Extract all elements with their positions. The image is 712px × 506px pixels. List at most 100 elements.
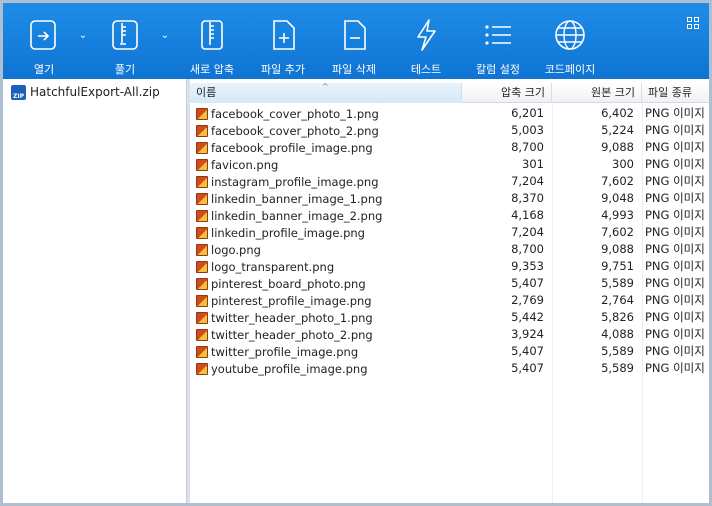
png-file-icon [196, 260, 208, 273]
file-name: twitter_header_photo_2.png [211, 327, 373, 342]
file-type: PNG 이미지 [645, 157, 705, 171]
file-row[interactable]: instagram_profile_image.png 7,204 7,602 PNG… [190, 173, 709, 190]
file-row[interactable]: twitter_profile_image.png 5,407 5,589 PNG 이… [190, 343, 709, 360]
file-row[interactable]: facebook_profile_image.png 8,700 9,088 PNG … [190, 139, 709, 156]
original-size: 6,402 [601, 106, 634, 120]
file-row[interactable]: favicon.png 301 300 PNG 이미지 [190, 156, 709, 173]
sort-ascending-icon: ^ [322, 82, 329, 91]
file-row[interactable]: facebook_cover_photo_2.png 5,003 5,224 PNG … [190, 122, 709, 139]
png-file-icon [196, 158, 208, 171]
file-name-cell: linkedin_profile_image.png [196, 224, 365, 241]
png-file-icon [196, 124, 208, 137]
file-rows: facebook_cover_photo_1.png 6,201 6,402 PNG … [190, 105, 709, 377]
png-file-icon [196, 345, 208, 358]
packed-size: 4,168 [511, 208, 544, 222]
packed-size: 5,407 [511, 344, 544, 358]
zip-icon: ZIP [11, 84, 26, 100]
file-name: logo_transparent.png [211, 259, 335, 274]
file-name: linkedin_banner_image_1.png [211, 191, 383, 206]
tree-item-archive[interactable]: ZIP HatchfulExport-All.zip [11, 83, 160, 101]
original-size: 9,048 [601, 191, 634, 205]
file-type: PNG 이미지 [645, 123, 705, 137]
extract-button[interactable]: 풀기 [104, 3, 146, 79]
open-button[interactable]: 열기 [23, 3, 65, 79]
file-row[interactable]: youtube_profile_image.png 5,407 5,589 PNG 이… [190, 360, 709, 377]
file-type: PNG 이미지 [645, 106, 705, 120]
file-name-cell: logo.png [196, 241, 261, 258]
file-type: PNG 이미지 [645, 327, 705, 341]
tree-item-label: HatchfulExport-All.zip [30, 85, 160, 99]
new-archive-icon [192, 13, 232, 57]
png-file-icon [196, 328, 208, 341]
packed-size: 5,442 [511, 310, 544, 324]
add-file-icon [263, 13, 303, 57]
file-row[interactable]: twitter_header_photo_1.png 5,442 5,826 PNG … [190, 309, 709, 326]
original-size: 5,224 [601, 123, 634, 137]
column-header-name[interactable]: 이름 ^ [190, 82, 462, 103]
delete-file-icon [334, 13, 374, 57]
png-file-icon [196, 243, 208, 256]
file-row[interactable]: linkedin_banner_image_2.png 4,168 4,993 PNG… [190, 207, 709, 224]
file-name-cell: pinterest_profile_image.png [196, 292, 372, 309]
file-list: 이름 ^ 압축 크기 원본 크기 파일 종류 facebook_cover_ph… [190, 79, 709, 503]
file-name: facebook_cover_photo_1.png [211, 106, 379, 121]
add-file-button[interactable]: 파일 추가 [257, 3, 309, 79]
png-file-icon [196, 107, 208, 120]
file-name-cell: facebook_cover_photo_1.png [196, 105, 379, 122]
file-name: pinterest_profile_image.png [211, 293, 372, 308]
delete-file-label: 파일 삭제 [332, 63, 376, 76]
codepage-button[interactable]: 코드페이지 [540, 3, 600, 79]
file-row[interactable]: logo.png 8,700 9,088 PNG 이미지 [190, 241, 709, 258]
png-file-icon [196, 141, 208, 154]
file-name: facebook_cover_photo_2.png [211, 123, 379, 138]
file-type: PNG 이미지 [645, 293, 705, 307]
codepage-icon [550, 13, 590, 57]
test-button[interactable]: 테스트 [405, 3, 447, 79]
original-size: 9,088 [601, 242, 634, 256]
file-type: PNG 이미지 [645, 225, 705, 239]
png-file-icon [196, 226, 208, 239]
file-row[interactable]: logo_transparent.png 9,353 9,751 PNG 이미지 [190, 258, 709, 275]
folder-tree-panel: ZIP HatchfulExport-All.zip [3, 79, 187, 503]
file-name: linkedin_banner_image_2.png [211, 208, 383, 223]
column-settings-button[interactable]: 칼럼 설정 [472, 3, 524, 79]
file-name-cell: instagram_profile_image.png [196, 173, 379, 190]
file-type: PNG 이미지 [645, 174, 705, 188]
new-archive-button[interactable]: 새로 압축 [185, 3, 239, 79]
original-size: 5,826 [601, 310, 634, 324]
file-row[interactable]: linkedin_profile_image.png 7,204 7,602 PNG … [190, 224, 709, 241]
file-row[interactable]: twitter_header_photo_2.png 3,924 4,088 PNG … [190, 326, 709, 343]
file-row[interactable]: pinterest_board_photo.png 5,407 5,589 PNG 이… [190, 275, 709, 292]
file-name-cell: linkedin_banner_image_1.png [196, 190, 382, 207]
file-row[interactable]: facebook_cover_photo_1.png 6,201 6,402 PNG … [190, 105, 709, 122]
file-name-cell: pinterest_board_photo.png [196, 275, 366, 292]
file-row[interactable]: linkedin_banner_image_1.png 8,370 9,048 PNG… [190, 190, 709, 207]
add-file-label: 파일 추가 [261, 63, 305, 76]
packed-size: 301 [522, 157, 544, 171]
file-name-cell: facebook_profile_image.png [196, 139, 373, 156]
file-name: pinterest_board_photo.png [211, 276, 366, 291]
column-header-original[interactable]: 원본 크기 [552, 83, 642, 103]
column-header-packed[interactable]: 압축 크기 [462, 83, 552, 103]
extract-dropdown-icon[interactable]: ⌄ [159, 30, 171, 42]
file-name-cell: twitter_header_photo_1.png [196, 309, 373, 326]
open-dropdown-icon[interactable]: ⌄ [77, 30, 89, 42]
file-name-cell: twitter_header_photo_2.png [196, 326, 373, 343]
column-header-type[interactable]: 파일 종류 [642, 83, 709, 103]
original-size: 7,602 [601, 225, 634, 239]
file-type: PNG 이미지 [645, 259, 705, 273]
layout-grid-icon[interactable] [687, 17, 699, 29]
packed-size: 6,201 [511, 106, 544, 120]
delete-file-button[interactable]: 파일 삭제 [328, 3, 380, 79]
file-name: twitter_header_photo_1.png [211, 310, 373, 325]
png-file-icon [196, 294, 208, 307]
open-icon [24, 13, 64, 57]
column-settings-label: 칼럼 설정 [476, 63, 520, 76]
packed-size: 7,204 [511, 225, 544, 239]
file-name: linkedin_profile_image.png [211, 225, 365, 240]
file-row[interactable]: pinterest_profile_image.png 2,769 2,764 PNG… [190, 292, 709, 309]
png-file-icon [196, 175, 208, 188]
png-file-icon [196, 209, 208, 222]
toolbar: 열기 ⌄ 풀기 ⌄ 새로 압축 파일 추가 파일 삭제 테스트 칼럼 설정 코드… [3, 3, 709, 79]
png-file-icon [196, 362, 208, 375]
